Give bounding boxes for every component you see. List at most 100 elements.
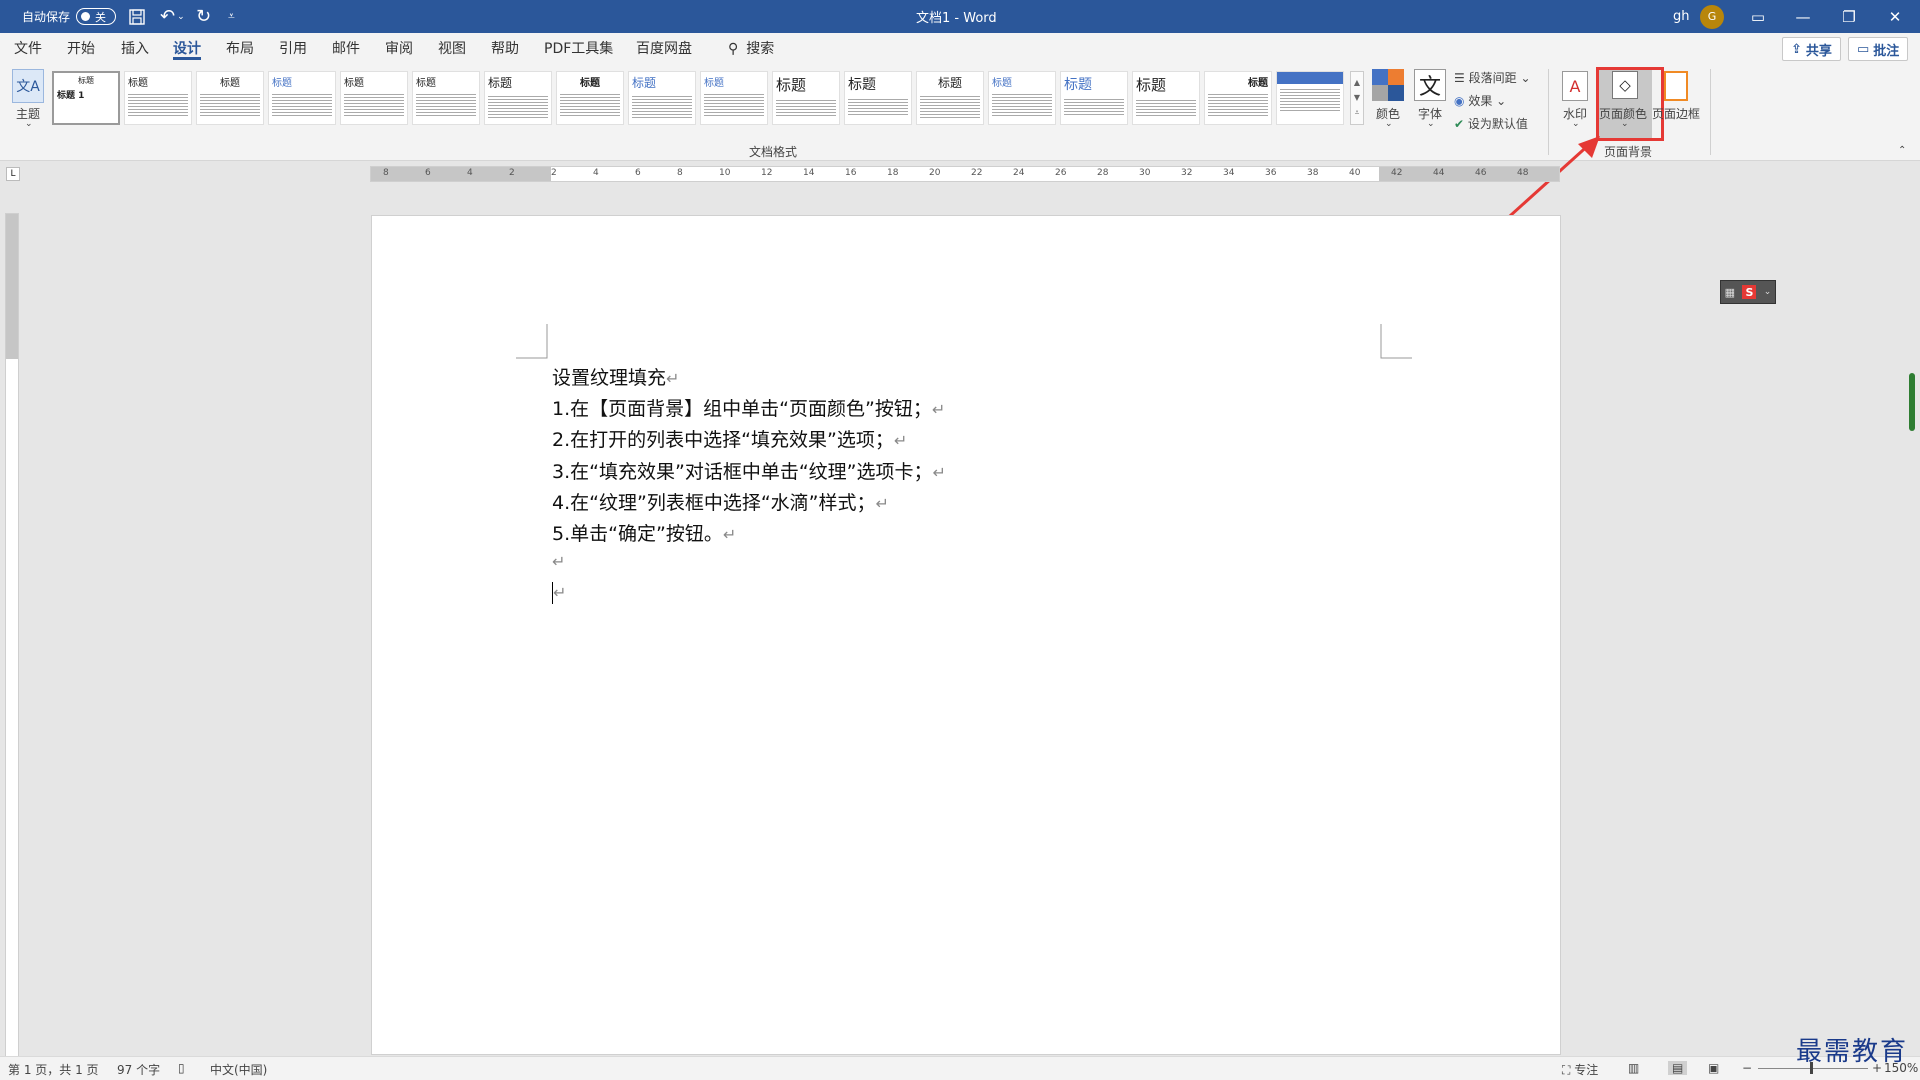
user-name[interactable]: gh [1673,0,1690,33]
web-layout-icon[interactable]: ▣ [1708,1061,1719,1075]
tab-mailings[interactable]: 邮件 [332,38,360,60]
style-thumb-18[interactable] [1276,71,1344,125]
restore-icon[interactable]: ❐ [1826,0,1872,33]
chevron-down-icon[interactable]: ⌄ [1385,119,1393,129]
theme-icon[interactable]: 文A [12,69,44,103]
save-icon[interactable] [128,0,146,33]
style-thumb-10[interactable]: 标题 [700,71,768,125]
style-thumb-13[interactable]: 标题 [916,71,984,125]
ribbon-display-icon[interactable]: ▭ [1735,0,1781,33]
autosave-control[interactable]: 自动保存 关 [22,0,117,33]
style-thumb-16[interactable]: 标题 [1132,71,1200,125]
tab-file[interactable]: 文件 [14,38,42,60]
comments-button[interactable]: ▭ 批注 [1848,37,1909,61]
style-thumb-1[interactable]: 标题 标题 1 [52,71,120,125]
chevron-down-icon[interactable]: ⌄ [1427,119,1435,129]
doc-empty-line[interactable]: ↵ [552,581,566,604]
minimize-icon[interactable]: — [1780,0,1826,33]
doc-step-4[interactable]: 4.在“纹理”列表框中选择“水滴”样式；↵ [552,488,889,515]
paragraph-mark: ↵ [931,400,946,419]
zoom-slider[interactable] [1758,1068,1868,1069]
tab-insert[interactable]: 插入 [121,38,149,60]
margin-corner [516,324,548,359]
ruler-number: 22 [971,168,983,178]
tab-view[interactable]: 视图 [438,38,466,60]
style-thumb-6[interactable]: 标题 [412,71,480,125]
doc-step-2[interactable]: 2.在打开的列表中选择“填充效果”选项；↵ [552,425,907,452]
tab-home[interactable]: 开始 [67,38,95,60]
gallery-more-icon[interactable]: ⩡ [1355,108,1360,118]
style-thumb-7[interactable]: 标题 [484,71,552,125]
style-thumb-3[interactable]: 标题 [196,71,264,125]
vertical-ruler[interactable] [5,213,19,1063]
ruler-number: 2 [509,168,515,178]
zoom-out-icon[interactable]: − [1742,1061,1752,1075]
style-thumb-8[interactable]: 标题 [556,71,624,125]
watermark-icon[interactable]: A [1562,71,1588,101]
document-page[interactable]: 设置纹理填充↵ 1.在【页面背景】组中单击“页面颜色”按钮；↵ 2.在打开的列表… [371,215,1561,1055]
read-mode-icon[interactable]: ▥ [1628,1061,1639,1075]
word-count[interactable]: 97 个字 [117,1061,160,1078]
ime-toolbar[interactable]: ▦ S ⌄ [1720,280,1776,304]
search-icon: ⚲ [728,41,739,57]
keyboard-icon[interactable]: ▦ [1725,286,1735,299]
ime-menu-icon[interactable]: ⌄ [1764,287,1772,297]
doc-step-1[interactable]: 1.在【页面背景】组中单击“页面颜色”按钮；↵ [552,394,945,421]
tab-layout[interactable]: 布局 [226,38,254,60]
style-thumb-12[interactable]: 标题 [844,71,912,125]
chevron-up-icon[interactable]: ▲ [1354,78,1360,87]
doc-empty-line[interactable]: ↵ [552,550,565,572]
tab-selector[interactable]: L [6,167,20,181]
page-border-icon[interactable] [1664,71,1688,101]
doc-step-5[interactable]: 5.单击“确定”按钮。↵ [552,519,736,546]
language[interactable]: 中文(中国) [210,1061,267,1078]
style-thumb-15[interactable]: 标题 [1060,71,1128,125]
style-thumb-9[interactable]: 标题 [628,71,696,125]
print-layout-icon[interactable]: ▤ [1668,1061,1688,1075]
customize-qat-icon[interactable]: ⩡ [228,0,235,33]
style-thumb-title: 标题 1 [57,91,85,101]
undo-icon[interactable]: ↶ ⌄ [160,0,185,33]
avatar[interactable]: G [1700,4,1724,29]
chevron-down-icon[interactable]: ▼ [1354,93,1360,102]
horizontal-ruler[interactable]: 8 6 4 2 2 4 6 8 10 12 14 16 18 20 22 24 26 28 30 32 34 36 38 40… [370,166,1560,182]
sogou-icon[interactable]: S [1742,285,1757,299]
collapse-ribbon-icon[interactable]: ⌃ [1898,145,1906,156]
style-thumb-2[interactable]: 标题 [124,71,192,125]
colors-icon[interactable] [1372,69,1404,101]
tab-review[interactable]: 审阅 [385,38,413,60]
tab-pdf-tools[interactable]: PDF工具集 [544,38,613,60]
share-button[interactable]: ⇪ 共享 [1782,37,1841,61]
style-thumb-17[interactable]: 标题 [1204,71,1272,125]
check-circle-icon: ✔ [1454,117,1465,131]
style-thumb-11[interactable]: 标题 [772,71,840,125]
paragraph-spacing-button[interactable]: ☰ 段落间距 ⌄ [1454,69,1531,86]
effects-button[interactable]: ◉ 效果 ⌄ [1454,92,1506,109]
style-thumb-14[interactable]: 标题 [988,71,1056,125]
close-icon[interactable]: ✕ [1872,0,1918,33]
tab-references[interactable]: 引用 [279,38,307,60]
gallery-scroll[interactable]: ▲ ▼ ⩡ [1350,71,1364,125]
page-border-label[interactable]: 页面边框 [1652,105,1700,122]
chevron-down-icon[interactable]: ⌄ [25,119,33,129]
doc-step-3[interactable]: 3.在“填充效果”对话框中单击“纹理”选项卡；↵ [552,457,946,484]
ruler-number: 4 [467,168,473,178]
focus-mode-button[interactable]: ⛶ 专注 [1562,1061,1598,1078]
proofing-icon[interactable]: ▯ [178,1061,185,1075]
fonts-icon[interactable]: 文 [1414,69,1446,101]
tab-baidu-netdisk[interactable]: 百度网盘 [636,38,692,60]
style-thumb-4[interactable]: 标题 [268,71,336,125]
page-info[interactable]: 第 1 页，共 1 页 [8,1061,99,1078]
autosave-toggle[interactable]: 关 [76,8,117,25]
paragraph-mark: ↵ [553,583,567,602]
doc-heading[interactable]: 设置纹理填充↵ [552,363,679,390]
redo-icon[interactable]: ↻ [196,0,211,33]
tab-help[interactable]: 帮助 [491,38,519,60]
autosave-label: 自动保存 [22,10,71,24]
style-thumb-5[interactable]: 标题 [340,71,408,125]
chevron-down-icon[interactable]: ⌄ [1572,119,1580,129]
search-box[interactable]: ⚲ 搜索 [728,38,774,60]
vertical-scrollbar-thumb[interactable] [1909,373,1915,431]
tab-design[interactable]: 设计 [173,38,201,60]
ruler-number: 8 [383,168,389,178]
